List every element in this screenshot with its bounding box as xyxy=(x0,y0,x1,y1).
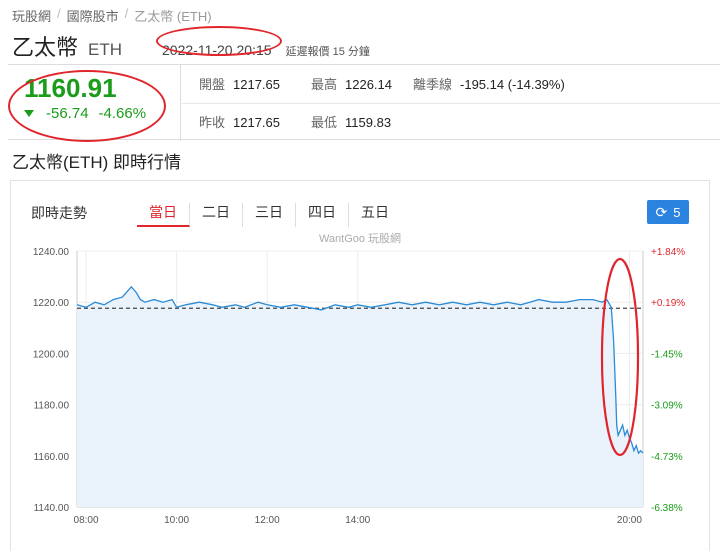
breadcrumb-current: 乙太幣 (ETH) xyxy=(134,9,212,24)
tab-2-day[interactable]: 二日 xyxy=(190,203,243,227)
refresh-button[interactable]: ⟳ 5 xyxy=(647,200,689,224)
chart-card: WantGoo 玩股網 1240.00 +1.84% 1220.00 +0.19% 120… xyxy=(10,180,710,551)
stat-deviation-label: 離季線 xyxy=(413,77,453,92)
annotation-circle-price xyxy=(8,70,166,142)
refresh-count: 5 xyxy=(673,204,681,220)
x-tick-label: 12:00 xyxy=(255,515,280,526)
y-right-tick-label: -4.73% xyxy=(651,452,683,463)
y-tick-label: 1180.00 xyxy=(34,401,70,412)
stat-low-label: 最低 xyxy=(311,115,338,130)
stat-prev-close-value: 1217.65 xyxy=(233,115,281,130)
tab-5-day[interactable]: 五日 xyxy=(349,203,401,227)
y-tick-label: 1220.00 xyxy=(33,298,70,309)
stat-high-label: 最高 xyxy=(311,77,338,92)
breadcrumb-intl-markets-link[interactable]: 國際股市 xyxy=(67,6,119,25)
x-tick-label: 14:00 xyxy=(345,515,370,526)
y-tick-label: 1140.00 xyxy=(34,503,70,514)
series-area xyxy=(77,286,643,507)
y-right-tick-label: -6.38% xyxy=(651,503,683,514)
breadcrumb-separator: / xyxy=(57,6,61,21)
chart-watermark: WantGoo 玩股網 xyxy=(319,231,401,245)
period-tabs: 當日 二日 三日 四日 五日 xyxy=(137,203,401,227)
x-tick-label: 10:00 xyxy=(164,515,189,526)
y-tick-label: 1200.00 xyxy=(33,349,70,360)
tab-1-day[interactable]: 當日 xyxy=(137,203,190,227)
chart-label: 即時走勢 xyxy=(31,205,87,221)
stat-open-value: 1217.65 xyxy=(233,77,281,92)
breadcrumb-separator: / xyxy=(124,6,129,21)
y-right-tick-label: -3.09% xyxy=(651,401,683,412)
stat-open-label: 開盤 xyxy=(199,77,226,92)
y-right-tick-label: -1.45% xyxy=(651,349,683,360)
y-right-tick-label: +0.19% xyxy=(651,298,685,309)
annotation-circle-time xyxy=(156,26,282,56)
quote-panel: 1160.91 -56.74 -4.66% 開盤 1217.65 最高 1226.1… xyxy=(8,64,720,142)
stat-low: 最低 1159.83 xyxy=(311,112,391,131)
y-tick-label: 1160.00 xyxy=(34,452,70,463)
intraday-chart: WantGoo 玩股網 1240.00 +1.84% 1220.00 +0.19% 120… xyxy=(33,231,685,526)
stat-high-value: 1226.14 xyxy=(345,77,393,92)
tab-3-day[interactable]: 三日 xyxy=(243,203,296,227)
stat-high: 最高 1226.14 xyxy=(311,74,392,93)
section-title: 乙太幣(ETH) 即時行情 xyxy=(12,153,182,172)
stats-divider xyxy=(182,103,720,104)
asset-name: 乙太幣 xyxy=(12,35,79,60)
stat-prev-close: 昨收 1217.65 xyxy=(199,112,280,131)
stat-prev-close-label: 昨收 xyxy=(199,115,226,130)
stat-low-value: 1159.83 xyxy=(345,115,392,130)
y-tick-label: 1240.00 xyxy=(33,247,70,258)
stat-deviation: 離季線 -195.14 (-14.39%) xyxy=(413,74,565,93)
delay-note: 延遲報價 15 分鐘 xyxy=(285,46,370,58)
refresh-icon: ⟳ xyxy=(655,203,668,220)
x-tick-label: 08:00 xyxy=(74,515,99,526)
asset-symbol: ETH xyxy=(88,40,123,59)
price-block: 1160.91 -56.74 -4.66% xyxy=(8,65,181,142)
breadcrumb: 玩股網 / 國際股市 / 乙太幣 (ETH) xyxy=(12,6,212,25)
y-right-tick-label: +1.84% xyxy=(651,247,685,258)
tab-4-day[interactable]: 四日 xyxy=(296,203,349,227)
stat-open: 開盤 1217.65 xyxy=(199,74,280,93)
stat-deviation-value: -195.14 (-14.39%) xyxy=(460,77,565,92)
x-tick-label: 20:00 xyxy=(617,515,642,526)
breadcrumb-home-link[interactable]: 玩股網 xyxy=(12,6,51,25)
